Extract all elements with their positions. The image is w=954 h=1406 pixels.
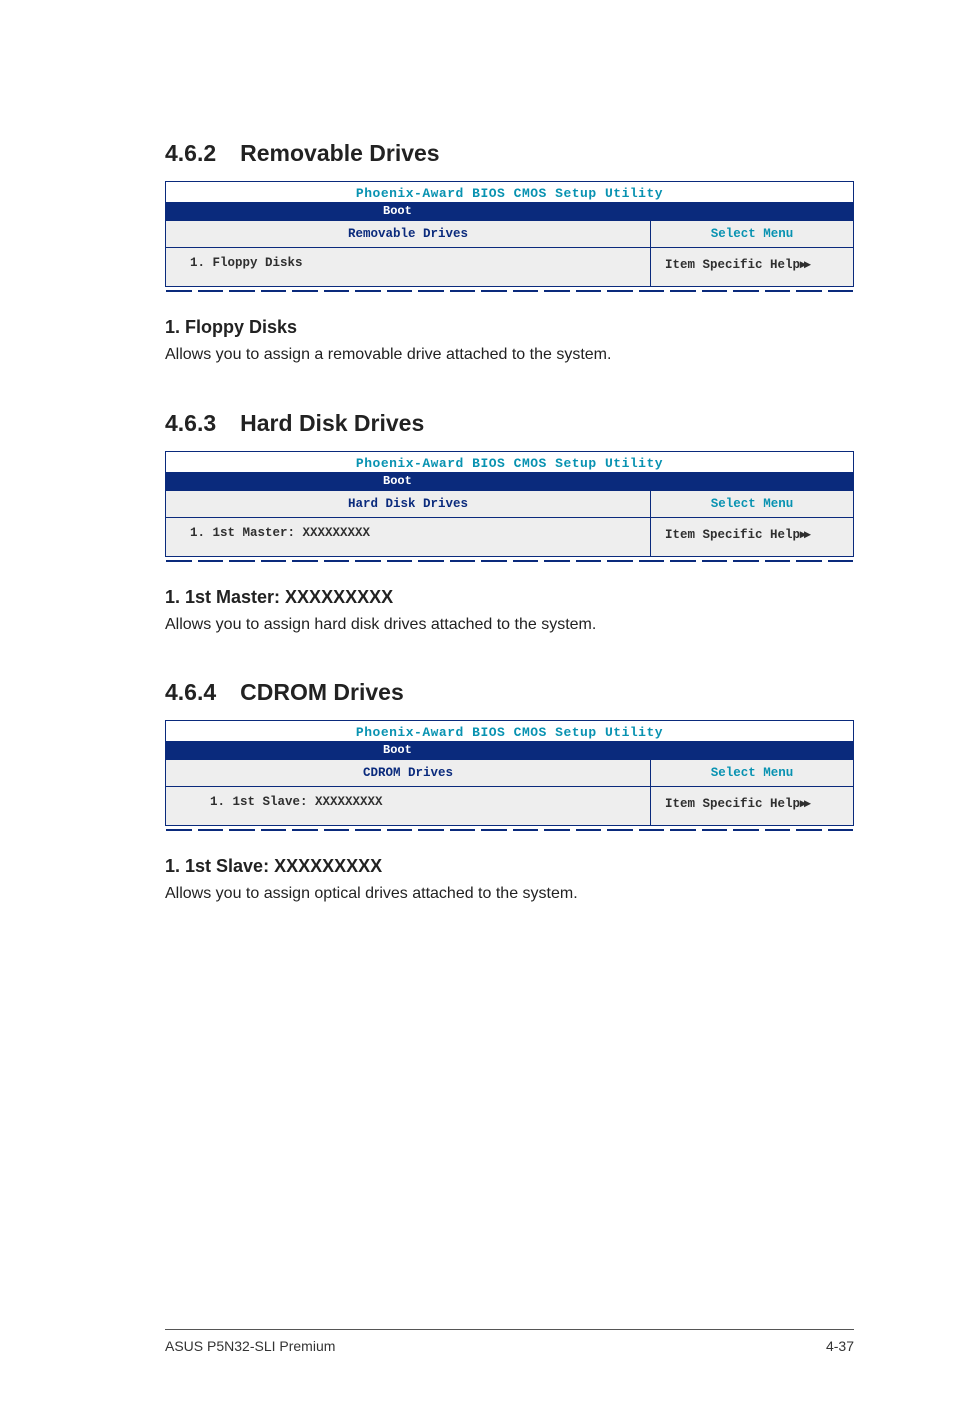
bios-tab-boot: Boot — [376, 202, 420, 220]
bios-right-header: Select Menu — [651, 221, 853, 247]
arrows-icon: ▸▸ — [800, 796, 809, 810]
footer-right: 4-37 — [826, 1338, 854, 1354]
section-number: 4.6.2 — [165, 140, 216, 167]
sub-heading: 1. 1st Slave: XXXXXXXXX — [165, 856, 854, 877]
bios-title: Phoenix-Award BIOS CMOS Setup Utility — [166, 452, 853, 472]
body-text: Allows you to assign hard disk drives at… — [165, 614, 854, 636]
bios-body-row: 1. 1st Master: XXXXXXXXX Item Specific H… — [166, 517, 853, 556]
page-footer: ASUS P5N32-SLI Premium 4-37 — [165, 1329, 854, 1354]
divider — [165, 829, 854, 832]
body-text: Allows you to assign a removable drive a… — [165, 344, 854, 366]
section-number: 4.6.3 — [165, 410, 216, 437]
bios-help: Item Specific Help▸▸ — [651, 248, 853, 286]
arrows-icon: ▸▸ — [800, 257, 809, 271]
bios-panel: Phoenix-Award BIOS CMOS Setup Utility Bo… — [165, 451, 854, 557]
body-text: Allows you to assign optical drives atta… — [165, 883, 854, 905]
bios-left-header: CDROM Drives — [166, 760, 651, 786]
bios-header-row: Hard Disk Drives Select Menu — [166, 490, 853, 517]
bios-tab-row: Boot — [166, 741, 853, 759]
bios-help: Item Specific Help▸▸ — [651, 518, 853, 556]
bios-body-row: 1. Floppy Disks Item Specific Help▸▸ — [166, 247, 853, 286]
bios-help-label: Item Specific Help — [665, 797, 800, 811]
bios-item: 1. 1st Slave: XXXXXXXXX — [166, 787, 651, 825]
divider — [165, 560, 854, 563]
section-heading: 4.6.2 Removable Drives — [165, 140, 854, 167]
bios-right-header: Select Menu — [651, 491, 853, 517]
divider — [165, 290, 854, 293]
bios-help-label: Item Specific Help — [665, 528, 800, 542]
bios-title: Phoenix-Award BIOS CMOS Setup Utility — [166, 182, 853, 202]
bios-body-row: 1. 1st Slave: XXXXXXXXX Item Specific He… — [166, 786, 853, 825]
section-title: Hard Disk Drives — [240, 410, 424, 436]
bios-tab-row: Boot — [166, 202, 853, 220]
bios-left-header: Hard Disk Drives — [166, 491, 651, 517]
section-number: 4.6.4 — [165, 679, 216, 706]
section-title: CDROM Drives — [240, 679, 404, 705]
sub-heading: 1. 1st Master: XXXXXXXXX — [165, 587, 854, 608]
section-heading: 4.6.4 CDROM Drives — [165, 679, 854, 706]
section-heading: 4.6.3 Hard Disk Drives — [165, 410, 854, 437]
bios-right-header: Select Menu — [651, 760, 853, 786]
bios-help: Item Specific Help▸▸ — [651, 787, 853, 825]
bios-tab-boot: Boot — [376, 741, 420, 759]
bios-item: 1. Floppy Disks — [166, 248, 651, 286]
bios-tab-boot: Boot — [376, 472, 420, 490]
arrows-icon: ▸▸ — [800, 527, 809, 541]
bios-item: 1. 1st Master: XXXXXXXXX — [166, 518, 651, 556]
bios-help-label: Item Specific Help — [665, 258, 800, 272]
bios-header-row: CDROM Drives Select Menu — [166, 759, 853, 786]
bios-left-header: Removable Drives — [166, 221, 651, 247]
bios-header-row: Removable Drives Select Menu — [166, 220, 853, 247]
bios-panel: Phoenix-Award BIOS CMOS Setup Utility Bo… — [165, 181, 854, 287]
bios-tab-row: Boot — [166, 472, 853, 490]
bios-title: Phoenix-Award BIOS CMOS Setup Utility — [166, 721, 853, 741]
bios-panel: Phoenix-Award BIOS CMOS Setup Utility Bo… — [165, 720, 854, 826]
footer-left: ASUS P5N32-SLI Premium — [165, 1338, 335, 1354]
sub-heading: 1. Floppy Disks — [165, 317, 854, 338]
section-title: Removable Drives — [240, 140, 439, 166]
